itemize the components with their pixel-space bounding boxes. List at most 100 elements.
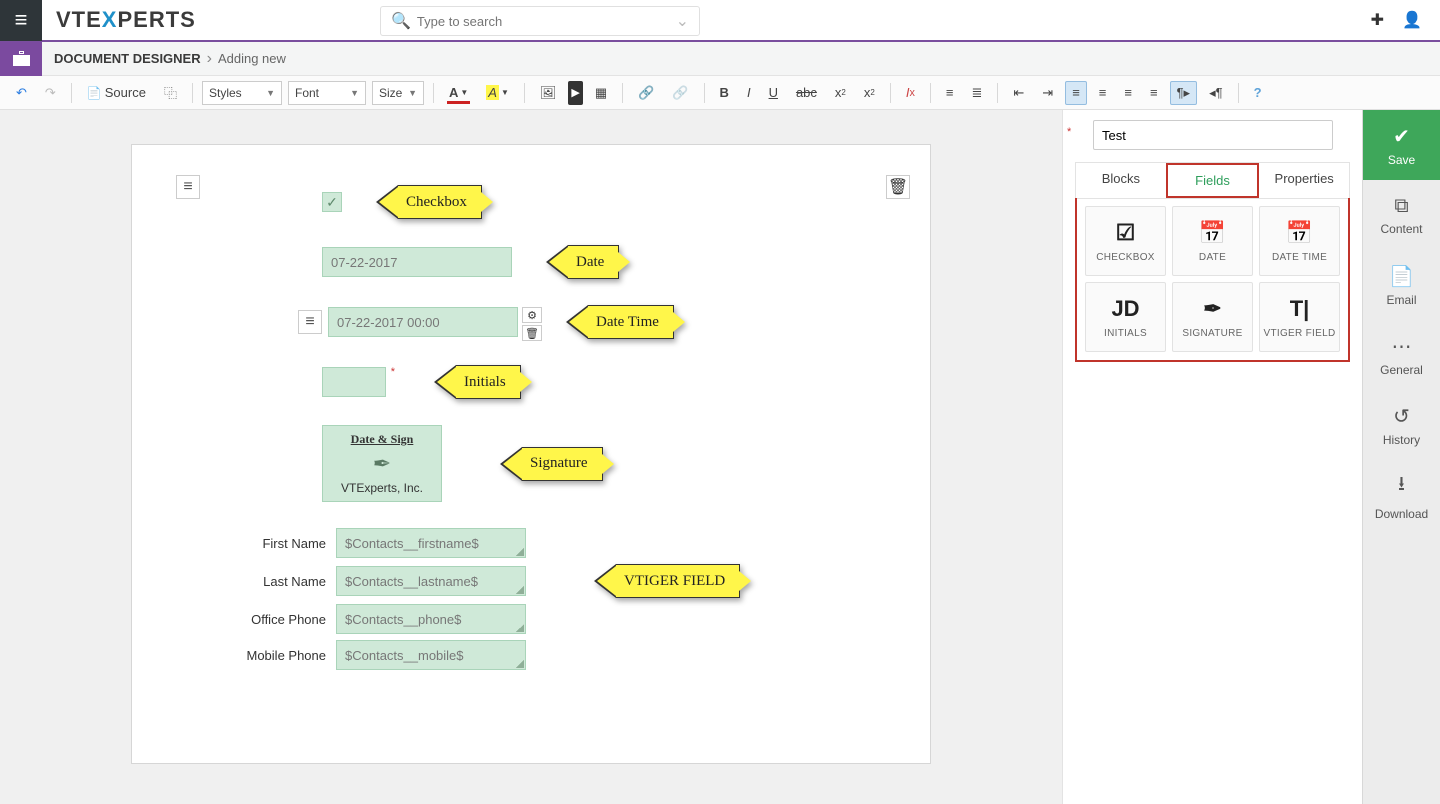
breadcrumb-page: Adding new — [218, 51, 286, 66]
content-icon: ⧉ — [1394, 195, 1408, 218]
table-button[interactable]: ▦ — [589, 81, 613, 105]
mobilephone-label: Mobile Phone — [226, 648, 326, 663]
officephone-field[interactable]: $Contacts__phone$ — [336, 604, 526, 634]
add-icon[interactable]: ✚ — [1371, 10, 1384, 30]
firstname-field[interactable]: $Contacts__firstname$ — [336, 528, 526, 558]
rtl-button[interactable]: ◂¶ — [1203, 81, 1229, 105]
palette-initials[interactable]: JD INITIALS — [1085, 282, 1166, 352]
field-drag-handle[interactable]: ≡ — [298, 310, 322, 334]
search-dropdown-icon[interactable]: ⌄ — [676, 11, 689, 31]
dots-icon: ⋯ — [1392, 334, 1412, 359]
lastname-field[interactable]: $Contacts__lastname$ — [336, 566, 526, 596]
block-delete-button[interactable]: 🗑 — [886, 175, 910, 199]
document-page[interactable]: ≡ 🗑 ✓ Checkbox 07-22-2017 Date ≡ — [131, 144, 931, 764]
module-icon[interactable] — [0, 42, 42, 76]
officephone-label: Office Phone — [226, 612, 326, 627]
breadcrumb: DOCUMENT DESIGNER › Adding new — [0, 42, 1440, 76]
palette-signature[interactable]: ✒ SIGNATURE — [1172, 282, 1253, 352]
annotation-arrow-checkbox: Checkbox — [398, 185, 493, 219]
initials-field[interactable]: * — [322, 367, 386, 397]
history-button[interactable]: ↺ History — [1363, 390, 1440, 460]
align-justify-button[interactable]: ≡ — [1144, 81, 1164, 105]
pen-icon: ✒ — [329, 451, 435, 477]
date-field[interactable]: 07-22-2017 — [322, 247, 512, 277]
lastname-label: Last Name — [226, 574, 326, 589]
menu-toggle[interactable]: ≡ — [0, 0, 42, 41]
global-search[interactable]: 🔍 ⌄ — [380, 6, 700, 36]
bold-button[interactable]: B — [714, 81, 735, 105]
block-drag-handle[interactable]: ≡ — [176, 175, 200, 199]
side-panel: * Blocks Fields Properties ☑ CHECKBOX 📅 … — [1062, 110, 1362, 804]
link-button[interactable]: 🔗 — [632, 81, 660, 105]
superscript-button[interactable]: x2 — [858, 81, 881, 105]
styles-select[interactable]: Styles▼ — [202, 81, 282, 105]
check-circle-icon: ✔ — [1393, 124, 1410, 149]
redo-button[interactable]: ↷ — [39, 81, 62, 105]
field-settings-button[interactable]: ⚙ — [522, 307, 542, 323]
source-button[interactable]: 📄Source — [81, 81, 152, 105]
download-button[interactable]: ⭳ Download — [1363, 460, 1440, 530]
underline-button[interactable]: U — [763, 81, 784, 105]
bullet-list-button[interactable]: ≣ — [965, 81, 988, 105]
calendar-icon: 📅 — [1199, 220, 1226, 246]
canvas-scroll[interactable]: ≡ 🗑 ✓ Checkbox 07-22-2017 Date ≡ — [0, 110, 1062, 804]
canvas-area: ≡ 🗑 ✓ Checkbox 07-22-2017 Date ≡ — [0, 110, 1062, 804]
help-button[interactable]: ? — [1248, 81, 1268, 105]
tab-blocks[interactable]: Blocks — [1076, 163, 1166, 198]
annotation-arrow-initials: Initials — [456, 365, 532, 399]
datetime-field[interactable]: 07-22-2017 00:00 — [328, 307, 518, 337]
font-select[interactable]: Font▼ — [288, 81, 366, 105]
strike-button[interactable]: abc — [790, 81, 823, 105]
checkbox-icon: ☑ — [1116, 220, 1136, 246]
align-left-button[interactable]: ≡ — [1065, 81, 1087, 105]
content-button[interactable]: ⧉ Content — [1363, 180, 1440, 250]
align-center-button[interactable]: ≡ — [1093, 81, 1113, 105]
palette-date[interactable]: 📅 DATE — [1172, 206, 1253, 276]
copy-button[interactable]: ⿻ — [158, 81, 183, 105]
panel-tabs: Blocks Fields Properties — [1075, 162, 1350, 199]
italic-button[interactable]: I — [741, 81, 757, 105]
undo-button[interactable]: ↶ — [10, 81, 33, 105]
tab-properties[interactable]: Properties — [1259, 163, 1349, 198]
field-delete-button[interactable]: 🗑 — [522, 325, 542, 341]
text-cursor-icon: T| — [1290, 296, 1310, 322]
required-asterisk: * — [1067, 126, 1071, 138]
calendar-icon: 📅 — [1286, 220, 1313, 246]
annotation-arrow-date: Date — [568, 245, 630, 279]
ltr-button[interactable]: ¶▸ — [1170, 81, 1198, 105]
subscript-button[interactable]: x2 — [829, 81, 852, 105]
mobilephone-field[interactable]: $Contacts__mobile$ — [336, 640, 526, 670]
align-right-button[interactable]: ≡ — [1118, 81, 1138, 105]
checkbox-field[interactable]: ✓ — [322, 192, 342, 212]
history-icon: ↺ — [1393, 404, 1410, 429]
general-button[interactable]: ⋯ General — [1363, 320, 1440, 390]
indent-button[interactable]: ⇥ — [1036, 81, 1059, 105]
size-select[interactable]: Size▼ — [372, 81, 424, 105]
bg-color-button[interactable]: A▼ — [480, 81, 515, 105]
breadcrumb-sep: › — [207, 50, 212, 68]
tab-fields[interactable]: Fields — [1166, 163, 1260, 198]
briefcase-icon — [13, 51, 30, 66]
template-name-input[interactable] — [1093, 120, 1333, 150]
download-icon: ⭳ — [1398, 469, 1405, 503]
save-button[interactable]: ✔ Save — [1363, 110, 1440, 180]
action-rail: ✔ Save ⧉ Content 📄 Email ⋯ General ↺ His… — [1362, 110, 1440, 804]
email-button[interactable]: 📄 Email — [1363, 250, 1440, 320]
unlink-button[interactable]: 🔗 — [666, 81, 694, 105]
video-button[interactable]: ▶ — [568, 81, 582, 105]
numbered-list-button[interactable]: ≡ — [940, 81, 960, 105]
clear-format-button[interactable]: Ix — [900, 81, 921, 105]
text-color-button[interactable]: A▼ — [443, 81, 474, 105]
search-input[interactable] — [417, 14, 676, 29]
palette-vtiger-field[interactable]: T| VTIGER FIELD — [1259, 282, 1340, 352]
image-button[interactable]: 🖼 — [534, 81, 563, 105]
outdent-button[interactable]: ⇤ — [1007, 81, 1030, 105]
palette-datetime[interactable]: 📅 DATE TIME — [1259, 206, 1340, 276]
pen-icon: ✒ — [1203, 296, 1221, 322]
brand-logo: VTEXPERTS — [56, 7, 196, 33]
annotation-arrow-vtiger: VTIGER FIELD — [616, 564, 751, 598]
breadcrumb-module[interactable]: DOCUMENT DESIGNER — [54, 51, 201, 66]
palette-checkbox[interactable]: ☑ CHECKBOX — [1085, 206, 1166, 276]
signature-field[interactable]: Date & Sign ✒ VTExperts, Inc. — [322, 425, 442, 502]
user-icon[interactable]: 👤 — [1402, 10, 1422, 30]
